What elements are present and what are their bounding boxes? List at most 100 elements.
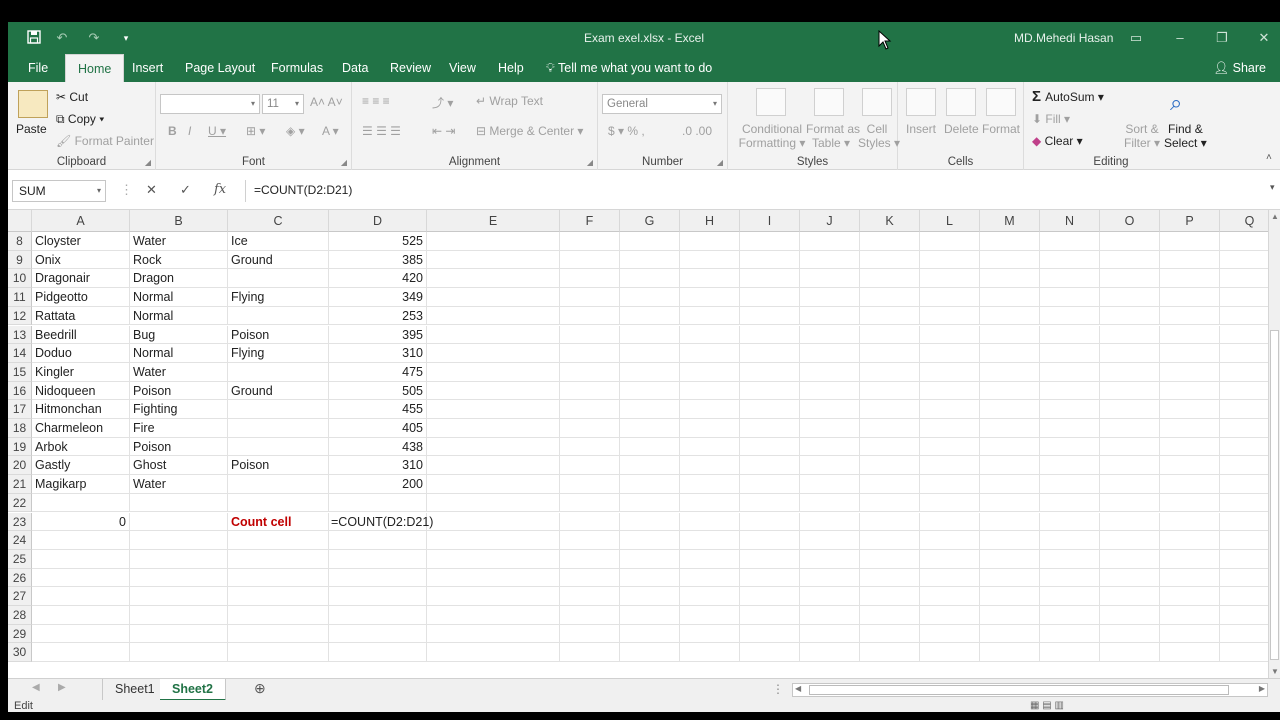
cell-j21[interactable]	[800, 475, 860, 494]
cell-a25[interactable]	[32, 549, 130, 569]
cell-f27[interactable]	[560, 587, 620, 606]
cell-l25[interactable]	[920, 549, 980, 569]
cell-h14[interactable]	[680, 344, 740, 363]
cell-l20[interactable]	[920, 456, 980, 476]
cell-i16[interactable]	[740, 381, 800, 401]
cell-o12[interactable]	[1100, 306, 1160, 326]
row-header[interactable]: 30	[8, 643, 32, 663]
cell-m9[interactable]	[980, 250, 1040, 270]
cell-n30[interactable]	[1040, 643, 1100, 663]
cell-l8[interactable]	[920, 232, 980, 251]
cut-button[interactable]: ✂ Cut	[56, 90, 88, 104]
cell-p16[interactable]	[1160, 381, 1220, 401]
cell-d12[interactable]: 253	[329, 306, 427, 326]
cell-f21[interactable]	[560, 475, 620, 494]
cell-h16[interactable]	[680, 381, 740, 401]
autosum-button[interactable]: Σ AutoSum ▾	[1032, 88, 1104, 105]
paste-button[interactable]: Paste	[16, 122, 47, 136]
new-sheet-icon[interactable]: ⊕	[254, 680, 266, 697]
cell-k26[interactable]	[860, 568, 920, 588]
cell-c30[interactable]	[228, 643, 329, 663]
cell-c20[interactable]: Poison	[228, 456, 329, 476]
cell-a21[interactable]: Magikarp	[32, 475, 130, 494]
row-header[interactable]: 12	[8, 306, 32, 326]
cell-e26[interactable]	[427, 568, 560, 588]
cell-a17[interactable]: Hitmonchan	[32, 400, 130, 419]
cell-h23[interactable]	[680, 512, 740, 532]
cell-g12[interactable]	[620, 306, 680, 326]
cell-g10[interactable]	[620, 269, 680, 289]
cell-c25[interactable]	[228, 549, 329, 569]
alignment-launcher-icon[interactable]: ◢	[587, 158, 593, 167]
column-header-p[interactable]: P	[1160, 210, 1220, 232]
cell-g15[interactable]	[620, 362, 680, 382]
cell-g30[interactable]	[620, 643, 680, 663]
cell-l29[interactable]	[920, 624, 980, 644]
merge-center-button[interactable]: ⊟ Merge & Center ▾	[476, 124, 583, 138]
cell-e8[interactable]	[427, 232, 560, 251]
column-header-n[interactable]: N	[1040, 210, 1100, 232]
cell-n24[interactable]	[1040, 531, 1100, 550]
cell-g28[interactable]	[620, 606, 680, 625]
close-icon[interactable]: ✕	[1250, 28, 1278, 48]
column-header-i[interactable]: I	[740, 210, 800, 232]
cell-k24[interactable]	[860, 531, 920, 550]
cell-o19[interactable]	[1100, 437, 1160, 457]
cell-m19[interactable]	[980, 437, 1040, 457]
cell-l23[interactable]	[920, 512, 980, 532]
cell-f10[interactable]	[560, 269, 620, 289]
cell-m30[interactable]	[980, 643, 1040, 663]
scroll-down-icon[interactable]: ▼	[1271, 667, 1279, 676]
cell-h15[interactable]	[680, 362, 740, 382]
cell-b27[interactable]	[130, 587, 228, 606]
row-header[interactable]: 14	[8, 344, 32, 363]
cell-i26[interactable]	[740, 568, 800, 588]
cell-a28[interactable]	[32, 606, 130, 625]
cell-i22[interactable]	[740, 493, 800, 513]
cell-f28[interactable]	[560, 606, 620, 625]
cell-i19[interactable]	[740, 437, 800, 457]
cell-a11[interactable]: Pidgeotto	[32, 288, 130, 307]
currency-icon[interactable]: $ ▾ % ,	[608, 124, 645, 138]
cell-a10[interactable]: Dragonair	[32, 269, 130, 289]
cell-o14[interactable]	[1100, 344, 1160, 363]
column-header-m[interactable]: M	[980, 210, 1040, 232]
cell-j20[interactable]	[800, 456, 860, 476]
cell-o21[interactable]	[1100, 475, 1160, 494]
cell-a18[interactable]: Charmeleon	[32, 419, 130, 438]
cell-k18[interactable]	[860, 419, 920, 438]
cell-l18[interactable]	[920, 419, 980, 438]
cell-h11[interactable]	[680, 288, 740, 307]
cell-i10[interactable]	[740, 269, 800, 289]
horizontal-scroll-thumb[interactable]	[809, 685, 1229, 695]
cell-c13[interactable]: Poison	[228, 325, 329, 345]
cell-l16[interactable]	[920, 381, 980, 401]
paste-icon[interactable]	[18, 90, 48, 118]
cell-h26[interactable]	[680, 568, 740, 588]
cell-i15[interactable]	[740, 362, 800, 382]
orientation-icon[interactable]: ⤴ ▾	[432, 94, 453, 111]
cell-j28[interactable]	[800, 606, 860, 625]
share-button[interactable]: 👤︎ Share	[1213, 54, 1266, 82]
cell-f13[interactable]	[560, 325, 620, 345]
cancel-icon[interactable]: ✕	[146, 182, 157, 198]
cell-f9[interactable]	[560, 250, 620, 270]
cell-h13[interactable]	[680, 325, 740, 345]
cell-j13[interactable]	[800, 325, 860, 345]
cell-o24[interactable]	[1100, 531, 1160, 550]
tab-data[interactable]: Data	[340, 54, 370, 82]
cell-d9[interactable]: 385	[329, 250, 427, 270]
cell-p8[interactable]	[1160, 232, 1220, 251]
cell-a8[interactable]: Cloyster	[32, 232, 130, 251]
cell-b30[interactable]	[130, 643, 228, 663]
cell-h29[interactable]	[680, 624, 740, 644]
cell-l26[interactable]	[920, 568, 980, 588]
cell-o28[interactable]	[1100, 606, 1160, 625]
cell-a26[interactable]	[32, 568, 130, 588]
row-header[interactable]: 27	[8, 587, 32, 606]
cell-i24[interactable]	[740, 531, 800, 550]
cell-n10[interactable]	[1040, 269, 1100, 289]
cell-b29[interactable]	[130, 624, 228, 644]
cell-i14[interactable]	[740, 344, 800, 363]
row-header[interactable]: 8	[8, 232, 32, 251]
